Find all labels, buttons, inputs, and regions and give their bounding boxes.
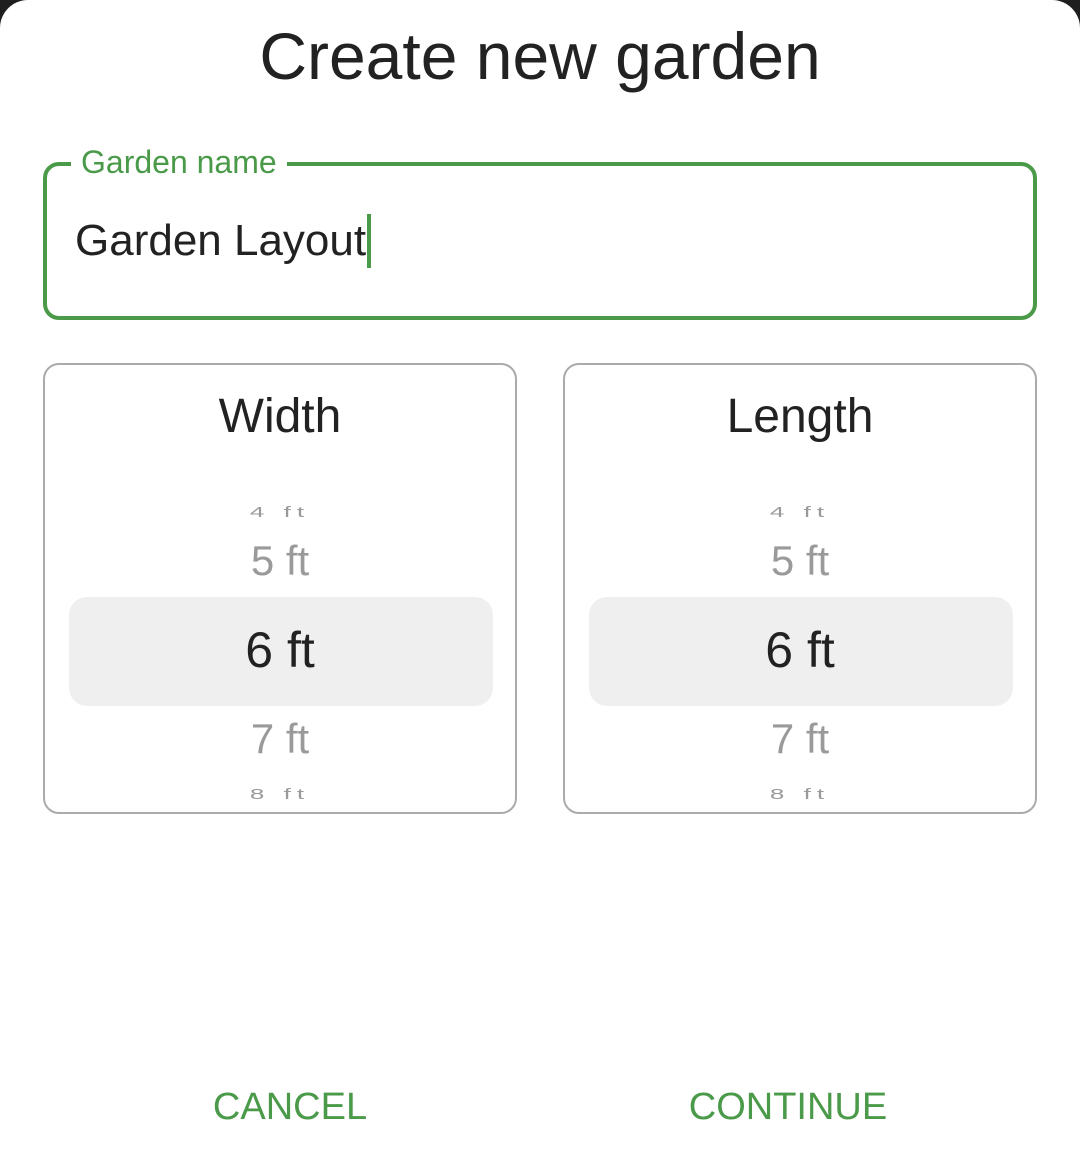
continue-button[interactable]: CONTINUE (689, 1086, 887, 1129)
length-option-selected[interactable]: 6 ft (565, 621, 1035, 679)
garden-name-field[interactable]: Garden name Garden Layout (43, 142, 1037, 320)
garden-name-label: Garden name (71, 142, 287, 182)
width-picker-title: Width (218, 390, 342, 443)
width-option[interactable]: 7 ft (45, 715, 515, 763)
length-picker-title: Length (726, 390, 874, 443)
width-option[interactable]: 4 ft (45, 504, 515, 521)
create-garden-dialog: Create new garden Garden name Garden Lay… (0, 0, 1080, 1171)
width-picker[interactable]: Width 4 ft 5 ft 6 ft 7 ft 8 ft (43, 363, 517, 814)
length-picker[interactable]: Length 4 ft 5 ft 6 ft 7 ft 8 ft (563, 363, 1037, 814)
text-cursor (367, 214, 372, 268)
length-option[interactable]: 4 ft (565, 504, 1035, 521)
length-option[interactable]: 5 ft (565, 537, 1035, 585)
garden-name-value: Garden Layout (75, 216, 367, 265)
length-option[interactable]: 8 ft (565, 786, 1035, 803)
dialog-title: Create new garden (259, 19, 821, 93)
length-option[interactable]: 7 ft (565, 715, 1035, 763)
garden-name-input[interactable]: Garden Layout (75, 214, 372, 268)
width-option[interactable]: 8 ft (45, 786, 515, 803)
width-option[interactable]: 5 ft (45, 537, 515, 585)
width-option-selected[interactable]: 6 ft (45, 621, 515, 679)
cancel-button[interactable]: CANCEL (213, 1086, 367, 1129)
